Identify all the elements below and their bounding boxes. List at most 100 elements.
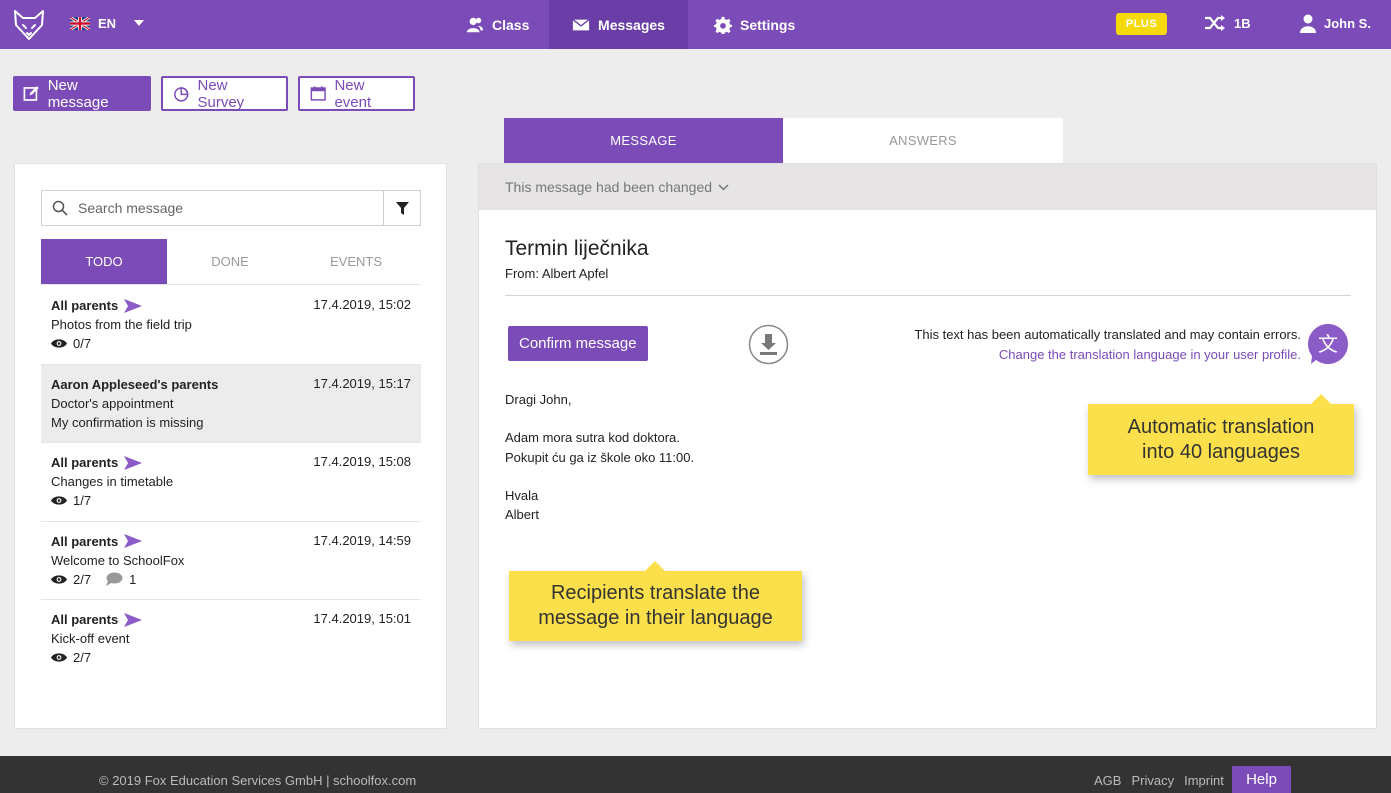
user-icon [1300, 14, 1316, 33]
eye-icon [51, 496, 67, 505]
body-line: Adam mora sutra kod doktora. [505, 430, 680, 446]
read-count: 2/7 [73, 650, 92, 665]
send-icon [124, 455, 143, 470]
nav-class[interactable]: Class [446, 0, 549, 49]
language-label: EN [98, 16, 117, 31]
message-subject: Doctor's appointment [51, 395, 174, 411]
message-note: My confirmation is missing [51, 414, 204, 430]
search-box [41, 190, 421, 226]
chevron-down-icon[interactable] [134, 20, 144, 26]
list-item[interactable]: All parents 17.4.2019, 15:02 Photos from… [41, 286, 421, 365]
eye-icon [51, 574, 67, 584]
users-icon [466, 17, 484, 32]
read-count: 0/7 [73, 336, 92, 351]
footer-links: AGB Privacy Imprint [1094, 773, 1224, 788]
translation-callout: Automatic translation into 40 languages [1088, 394, 1354, 475]
message-list-panel: TODO DONE EVENTS All parents 17.4.2019, … [14, 163, 447, 729]
copyright: © 2019 Fox Education Services GmbH | sch… [99, 773, 417, 788]
list-item[interactable]: All parents 17.4.2019, 14:59 Welcome to … [41, 522, 421, 600]
plus-badge[interactable]: PLUS [1116, 13, 1167, 35]
message-title: Termin liječnika [505, 237, 649, 260]
gear-icon [714, 16, 732, 34]
class-switcher[interactable]: 1B [1204, 15, 1251, 31]
footer: © 2019 Fox Education Services GmbH | sch… [0, 756, 1391, 793]
message-subject: Photos from the field trip [51, 317, 192, 332]
message-date: 17.4.2019, 15:08 [313, 454, 411, 469]
list-item[interactable]: All parents 17.4.2019, 15:08 Changes in … [41, 443, 421, 522]
fox-logo-icon[interactable] [12, 8, 46, 42]
message-list: All parents 17.4.2019, 15:02 Photos from… [41, 286, 421, 679]
list-item[interactable]: All parents 17.4.2019, 15:01 Kick-off ev… [41, 600, 421, 679]
nav-messages[interactable]: Messages [549, 0, 688, 49]
help-button[interactable]: Help [1232, 766, 1291, 793]
chevron-down-icon [718, 183, 729, 191]
footer-link-privacy[interactable]: Privacy [1131, 773, 1174, 788]
send-icon [124, 612, 143, 627]
edit-icon [23, 86, 39, 101]
pie-chart-icon [174, 87, 189, 102]
confirm-message-button[interactable]: Confirm message [508, 326, 648, 361]
search-icon [52, 200, 68, 216]
tab-answers[interactable]: ANSWERS [783, 118, 1063, 163]
footer-link-agb[interactable]: AGB [1094, 773, 1121, 788]
body-closing: Hvala [505, 487, 539, 503]
comment-count: 1 [129, 571, 137, 587]
changed-notice: This message had been changed [505, 179, 713, 195]
eye-icon [51, 653, 67, 662]
message-detail-tabs: MESSAGE ANSWERS [504, 118, 1065, 163]
message-subject: Kick-off event [51, 631, 130, 646]
search-input[interactable] [78, 200, 368, 216]
footer-link-imprint[interactable]: Imprint [1184, 773, 1224, 788]
body-signature: Albert [505, 507, 539, 523]
changed-notice-bar[interactable]: This message had been changed [479, 164, 1376, 210]
filter-button[interactable] [383, 191, 420, 225]
shuffle-icon [1205, 15, 1225, 31]
translate-icon[interactable]: 文 [1307, 323, 1349, 365]
uk-flag-icon [70, 17, 90, 30]
message-from: From: Albert Apfel [505, 266, 609, 281]
divider [505, 295, 1351, 296]
tab-message[interactable]: MESSAGE [504, 118, 783, 163]
read-count: 2/7 [73, 571, 92, 587]
message-subject: Welcome to SchoolFox [51, 552, 185, 568]
tab-todo[interactable]: TODO [41, 239, 167, 284]
download-icon[interactable] [748, 324, 789, 365]
eye-icon [51, 339, 67, 348]
message-sender: Aaron Appleseed's parents [51, 376, 219, 392]
message-sender: All parents [51, 298, 119, 313]
message-filter-tabs: TODO DONE EVENTS [41, 239, 421, 285]
message-date: 17.4.2019, 14:59 [313, 532, 411, 548]
body-line: Pokupit ću ga iz škole oko 11:00. [505, 449, 695, 465]
new-message-button[interactable]: New message [13, 76, 151, 111]
message-sender: All parents [51, 533, 119, 549]
message-sender: All parents [51, 455, 119, 470]
message-body: Dragi John, Adam mora sutra kod doktora.… [505, 390, 694, 524]
read-count: 1/7 [73, 493, 92, 508]
recipients-callout: Recipients translate the message in thei… [509, 561, 802, 641]
user-menu[interactable]: John S. [1300, 14, 1371, 33]
send-icon [124, 534, 143, 548]
send-icon [124, 298, 143, 313]
calendar-icon [310, 86, 326, 101]
message-date: 17.4.2019, 15:01 [313, 611, 411, 626]
message-sender: All parents [51, 612, 119, 627]
list-item[interactable]: Aaron Appleseed's parents 17.4.2019, 15:… [41, 364, 421, 443]
top-bar: EN Class Messages Settings PLUS 1B John … [0, 0, 1391, 49]
translate-glyph: 文 [1318, 332, 1338, 356]
new-event-button[interactable]: New event [298, 76, 415, 111]
tab-done[interactable]: DONE [167, 239, 293, 284]
language-selector[interactable]: EN [70, 16, 116, 31]
translation-notice: This text has been automatically transla… [914, 325, 1301, 364]
tab-events[interactable]: EVENTS [293, 239, 419, 284]
envelope-icon [572, 18, 590, 30]
translation-settings-link[interactable]: Change the translation language in your … [914, 345, 1301, 365]
message-date: 17.4.2019, 15:02 [313, 297, 411, 312]
message-date: 17.4.2019, 15:17 [313, 375, 411, 391]
nav-settings[interactable]: Settings [694, 0, 815, 49]
body-greeting: Dragi John, [505, 392, 572, 407]
message-subject: Changes in timetable [51, 474, 174, 489]
filter-icon [395, 201, 409, 215]
translation-note: This text has been automatically transla… [914, 327, 1301, 342]
new-survey-button[interactable]: New Survey [161, 76, 288, 111]
comment-icon [106, 572, 123, 586]
